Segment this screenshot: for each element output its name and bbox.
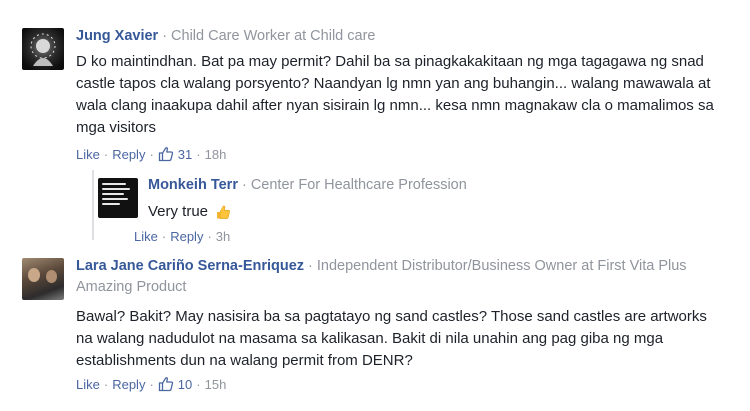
author-workplace[interactable]: Amazing Product bbox=[76, 279, 186, 295]
comment-header: Lara Jane Cariño Serna-Enriquez · Independ… bbox=[76, 258, 687, 274]
comment-line: wala clang inaakupa dahil after nyan sis… bbox=[76, 97, 714, 114]
separator: · bbox=[161, 229, 167, 244]
separator: · bbox=[196, 376, 201, 392]
author-workplace[interactable]: Child Care Worker at Child care bbox=[171, 28, 375, 44]
thumbs-up-icon[interactable] bbox=[158, 146, 174, 162]
comment-header-continued: Amazing Product bbox=[76, 279, 186, 295]
comment-actions: Like · Reply · 31 · 18h bbox=[76, 146, 226, 162]
comment-line: Very true bbox=[148, 203, 209, 220]
like-button[interactable]: Like bbox=[76, 377, 100, 392]
comment-actions: Like · Reply · 10 · 15h bbox=[76, 376, 226, 392]
reply-button[interactable]: Reply bbox=[112, 377, 145, 392]
separator: · bbox=[207, 229, 212, 244]
separator: · bbox=[103, 376, 109, 392]
author-name[interactable]: Lara Jane Cariño Serna-Enriquez bbox=[76, 258, 304, 274]
separator: · bbox=[162, 28, 168, 44]
like-count[interactable]: 31 bbox=[178, 147, 192, 162]
comment-line: mga visitors bbox=[76, 119, 157, 136]
timestamp[interactable]: 18h bbox=[205, 147, 227, 162]
comment-line: na walang nadudulot na masama sa kalikas… bbox=[76, 330, 664, 347]
author-workplace[interactable]: Center For Healthcare Profession bbox=[251, 177, 467, 193]
timestamp[interactable]: 3h bbox=[216, 229, 230, 244]
like-count[interactable]: 10 bbox=[178, 377, 192, 392]
avatar-lara-jane[interactable] bbox=[22, 258, 64, 300]
thumbs-up-emoji-icon bbox=[217, 205, 231, 219]
comment-line: establishments dun na walang permit from… bbox=[76, 352, 413, 369]
avatar-image bbox=[102, 183, 132, 208]
separator: · bbox=[103, 146, 109, 162]
reply-button[interactable]: Reply bbox=[170, 229, 203, 244]
thumbs-up-icon[interactable] bbox=[158, 376, 174, 392]
separator: · bbox=[196, 146, 201, 162]
comment-text: D ko maintindhan. Bat pa may permit? Dah… bbox=[76, 51, 736, 139]
separator: · bbox=[149, 376, 154, 392]
comment-header: Monkeih Terr · Center For Healthcare Profe… bbox=[148, 177, 467, 193]
comment-actions: Like · Reply · 3h bbox=[134, 229, 230, 244]
like-button[interactable]: Like bbox=[134, 229, 158, 244]
author-name[interactable]: Monkeih Terr bbox=[148, 177, 238, 193]
separator: · bbox=[149, 146, 154, 162]
reply-thread-line bbox=[92, 170, 94, 240]
comment-text: Very true bbox=[148, 201, 448, 223]
comment-line: D ko maintindhan. Bat pa may permit? Dah… bbox=[76, 53, 704, 70]
avatar-image bbox=[30, 33, 56, 66]
avatar-image bbox=[46, 270, 57, 283]
avatar-monkeih-terr[interactable] bbox=[98, 178, 138, 218]
comment-line: castle tapos cla walang porsyento? Naand… bbox=[76, 75, 711, 92]
like-button[interactable]: Like bbox=[76, 147, 100, 162]
separator: · bbox=[241, 177, 247, 193]
comment-line: Bawal? Bakit? May nasisira ba sa pagtata… bbox=[76, 308, 707, 325]
avatar-jung-xavier[interactable] bbox=[22, 28, 64, 70]
separator: · bbox=[308, 258, 313, 274]
reply-button[interactable]: Reply bbox=[112, 147, 145, 162]
comment-text: Bawal? Bakit? May nasisira ba sa pagtata… bbox=[76, 306, 736, 372]
avatar-image bbox=[28, 268, 40, 282]
author-name[interactable]: Jung Xavier bbox=[76, 28, 158, 44]
timestamp[interactable]: 15h bbox=[205, 377, 227, 392]
comment-header: Jung Xavier · Child Care Worker at Child c… bbox=[76, 28, 375, 44]
author-workplace[interactable]: Independent Distributor/Business Owner a… bbox=[317, 258, 687, 274]
